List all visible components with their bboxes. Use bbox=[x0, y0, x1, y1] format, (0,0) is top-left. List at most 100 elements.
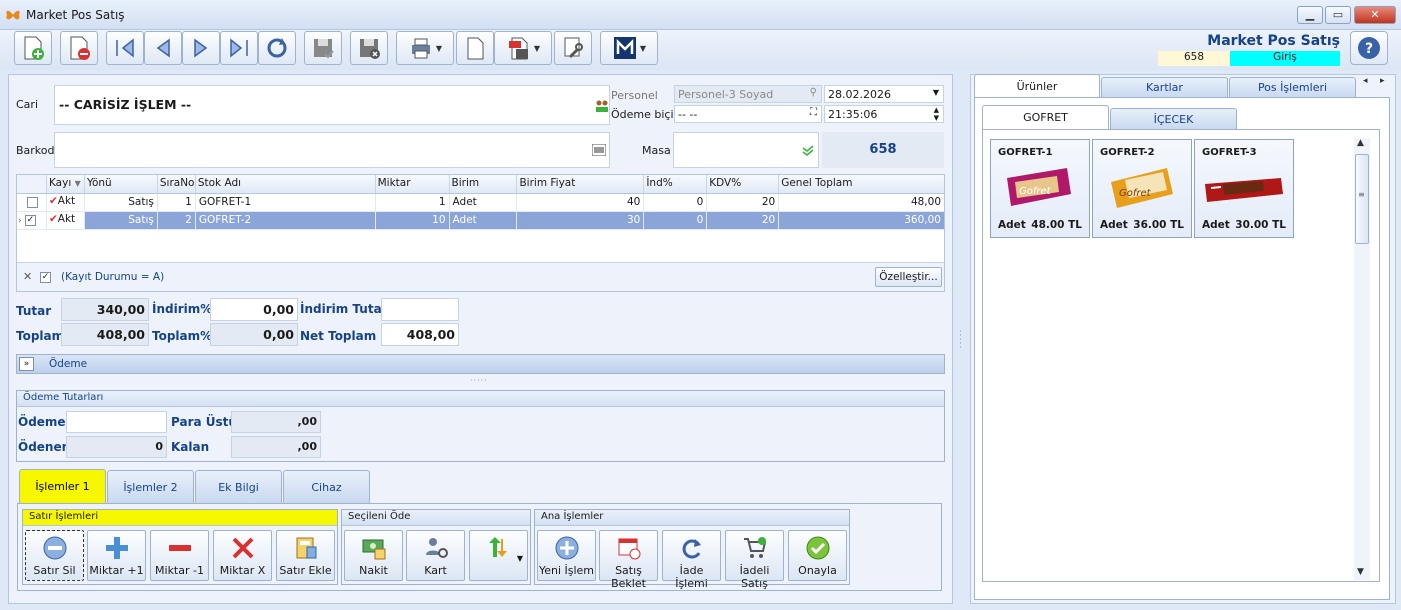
cancel-save-button[interactable] bbox=[350, 31, 388, 65]
personel-lookup-icon[interactable]: ⚲ bbox=[810, 87, 817, 98]
odeme-expander[interactable]: » Ödeme bbox=[16, 354, 945, 374]
tab-icecek[interactable]: İÇECEK bbox=[1110, 108, 1237, 129]
new-record-button[interactable] bbox=[14, 31, 52, 65]
row-birim: Adet bbox=[449, 212, 518, 229]
date-dropdown-icon[interactable]: ▼ bbox=[933, 88, 939, 97]
vertical-splitter[interactable]: · · · · · bbox=[959, 328, 962, 353]
table-row[interactable]: ✔Akt Satış 1 GOFRET-1 1 Adet 40 0 20 48,… bbox=[17, 194, 944, 212]
splitter-grip[interactable]: ····· bbox=[470, 376, 488, 385]
double-check-icon[interactable] bbox=[802, 145, 814, 157]
odenen-label: Ödenen bbox=[18, 440, 71, 454]
onayla-button[interactable]: Onayla bbox=[788, 530, 847, 581]
refresh-button[interactable] bbox=[258, 31, 296, 65]
next-record-button[interactable] bbox=[182, 31, 220, 65]
prev-record-button[interactable] bbox=[144, 31, 182, 65]
time-value: 21:35:06 bbox=[828, 108, 878, 121]
filter-icon[interactable]: ▼ bbox=[75, 179, 81, 188]
delete-record-button[interactable] bbox=[60, 31, 98, 65]
nakit-button[interactable]: Nakit bbox=[344, 530, 403, 581]
barcode-icon[interactable] bbox=[592, 144, 606, 156]
masa-input[interactable] bbox=[673, 132, 819, 168]
col-genel-toplam[interactable]: Genel Toplam bbox=[779, 175, 944, 193]
col-birim[interactable]: Birim bbox=[450, 175, 518, 193]
scroll-up-icon[interactable]: ▲ bbox=[1357, 138, 1364, 148]
row-checkbox[interactable] bbox=[27, 196, 38, 208]
col-yonu[interactable]: Yönü bbox=[85, 175, 158, 193]
product-card[interactable]: GOFRET-2 Gofret Adet 36.00 TL bbox=[1092, 139, 1192, 238]
restore-button[interactable]: ▭ bbox=[1325, 6, 1351, 24]
filter-checkbox[interactable]: ✓ bbox=[40, 272, 51, 283]
kart-button[interactable]: Kart bbox=[406, 530, 465, 581]
tab-scroll-left-icon[interactable]: ◂ bbox=[1363, 76, 1368, 86]
last-record-button[interactable] bbox=[220, 31, 258, 65]
toplam-pct-value: 0,00 bbox=[210, 323, 298, 346]
col-kdv[interactable]: KDV% bbox=[707, 175, 780, 193]
close-button[interactable]: ✕ bbox=[1354, 6, 1396, 24]
time-spin-icon[interactable]: ▲ ▼ bbox=[934, 106, 939, 122]
odeme-lookup-icon[interactable]: ⛶ bbox=[810, 107, 817, 118]
sort-dropdown-icon[interactable]: ▼ bbox=[517, 554, 523, 563]
product-card[interactable]: GOFRET-3 Adet 30.00 TL bbox=[1194, 139, 1294, 238]
product-scrollbar[interactable]: ▲ ≡ ▼ bbox=[1354, 138, 1370, 580]
time-field[interactable]: 21:35:06 ▲ ▼ bbox=[824, 105, 944, 123]
save-button[interactable] bbox=[304, 31, 342, 65]
indirim-label: İndirim% bbox=[152, 302, 213, 316]
tab-ek-bilgi[interactable]: Ek Bilgi bbox=[195, 470, 282, 503]
tab-islemler-2[interactable]: İşlemler 2 bbox=[107, 470, 194, 503]
satis-beklet-button[interactable]: Satış Beklet bbox=[599, 530, 658, 590]
odeme-bicimi-select[interactable]: -- -- ⛶ bbox=[674, 105, 822, 123]
personel-select[interactable]: Personel-3 Soyad ⚲ bbox=[674, 85, 822, 103]
date-field[interactable]: 28.02.2026 ▼ bbox=[824, 85, 944, 103]
ana-islemler-title: Ana İşlemler bbox=[535, 510, 849, 526]
yeni-islem-button[interactable]: Yeni İşlem bbox=[537, 530, 596, 581]
filter-text[interactable]: (Kayıt Durumu = A) bbox=[61, 271, 164, 283]
barkod-input[interactable] bbox=[54, 132, 610, 168]
tab-islemler-1[interactable]: İşlemler 1 bbox=[19, 469, 106, 503]
minimize-button[interactable]: ▁ bbox=[1297, 6, 1323, 24]
customize-button[interactable]: Özelleştir... bbox=[875, 267, 942, 287]
document-button[interactable] bbox=[456, 31, 494, 65]
sort-dropdown-button[interactable]: ▼ bbox=[469, 530, 528, 581]
tab-scroll-right-icon[interactable]: ▸ bbox=[1380, 76, 1385, 86]
tab-pos-islemleri[interactable]: Pos İşlemleri bbox=[1229, 77, 1356, 97]
module-button[interactable]: ▼ bbox=[600, 31, 658, 65]
expand-icon[interactable]: » bbox=[19, 357, 34, 371]
iade-islemi-button[interactable]: İade İşlemi bbox=[662, 530, 721, 590]
product-card[interactable]: GOFRET-1 Gofret Adet 48.00 TL bbox=[990, 139, 1090, 238]
col-miktar[interactable]: Miktar bbox=[376, 175, 450, 193]
personel-label: Personel bbox=[611, 89, 658, 102]
print-button[interactable]: ▼ bbox=[396, 31, 454, 65]
butterfly-icon bbox=[6, 10, 20, 20]
tab-gofret[interactable]: GOFRET bbox=[982, 105, 1109, 129]
satir-sil-button[interactable]: Satır Sil bbox=[25, 530, 84, 581]
iadeli-satis-button[interactable]: İadeli Satış bbox=[725, 530, 784, 590]
export-pdf-button[interactable]: ▼ bbox=[494, 31, 552, 65]
col-birim-fiyat[interactable]: Birim Fiyat bbox=[517, 175, 645, 193]
indirim-input[interactable]: 0,00 bbox=[210, 298, 298, 321]
table-row-selected[interactable]: › ✓ ✔Akt Satış 2 GOFRET-2 10 Adet 30 0 2… bbox=[17, 212, 944, 230]
miktar-minus-button[interactable]: Miktar -1 bbox=[150, 530, 209, 581]
tab-cihaz[interactable]: Cihaz bbox=[283, 470, 370, 503]
clear-filter-icon[interactable]: ✕ bbox=[23, 270, 32, 283]
help-button[interactable]: ? bbox=[1350, 31, 1388, 65]
plus-icon bbox=[105, 537, 128, 559]
customer-lookup-icon[interactable] bbox=[595, 99, 609, 113]
filter-bar: ✕ ✓ (Kayıt Durumu = A) Özelleştir... bbox=[17, 262, 944, 291]
odeme-input[interactable] bbox=[66, 411, 167, 433]
tab-kartlar[interactable]: Kartlar bbox=[1101, 77, 1228, 97]
satir-ekle-button[interactable]: Satır Ekle bbox=[276, 530, 335, 581]
scroll-down-icon[interactable]: ▼ bbox=[1357, 567, 1364, 577]
miktar-x-button[interactable]: Miktar X bbox=[213, 530, 272, 581]
scroll-thumb[interactable]: ≡ bbox=[1355, 154, 1369, 244]
miktar-plus-button[interactable]: Miktar +1 bbox=[87, 530, 146, 581]
row-checkbox[interactable]: ✓ bbox=[24, 214, 36, 226]
indirim-tutar-input[interactable] bbox=[381, 298, 459, 321]
col-kayit[interactable]: Kayı ▼ bbox=[47, 175, 85, 193]
col-stok-adi[interactable]: Stok Adı bbox=[196, 175, 376, 193]
tab-urunler[interactable]: Ürünler bbox=[974, 74, 1100, 97]
col-sirano[interactable]: SıraNo bbox=[158, 175, 196, 193]
col-ind[interactable]: İnd% bbox=[644, 175, 708, 193]
cari-input[interactable]: -- CARİSİZ İŞLEM -- bbox=[54, 85, 610, 125]
first-record-button[interactable] bbox=[106, 31, 144, 65]
settings-button[interactable] bbox=[554, 31, 592, 65]
